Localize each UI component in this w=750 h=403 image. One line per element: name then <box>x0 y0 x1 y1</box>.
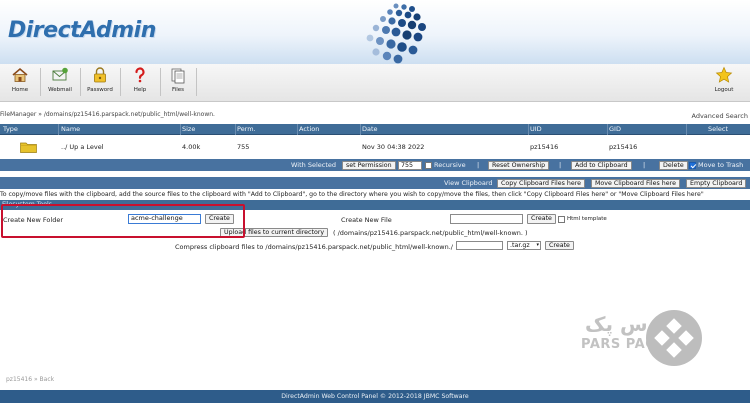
add-to-clipboard-button[interactable]: Add to Clipboard <box>571 160 632 170</box>
column-divider <box>360 124 361 135</box>
column-divider <box>58 124 59 135</box>
toolbar-separator: | <box>643 161 646 169</box>
toolbar-help-label: Help <box>133 87 147 93</box>
compress-format-value: .tar.gz <box>510 242 530 249</box>
file-uid: pz15416 <box>530 143 559 151</box>
star-icon <box>715 66 733 83</box>
html-template-label: Html template <box>567 216 607 222</box>
file-date: Nov 30 04:38 2022 <box>362 143 425 151</box>
file-size: 4.00k <box>182 143 201 151</box>
create-file-label: Create New File <box>341 216 392 224</box>
main-toolbar: Home Webmail Password Help Files Logout <box>0 64 750 102</box>
files-icon <box>171 68 185 84</box>
recursive-label: Recursive <box>434 161 466 169</box>
footer-copyright: DirectAdmin Web Control Panel © 2012-201… <box>281 393 469 400</box>
compress-label: Compress clipboard files to /domains/pz1… <box>175 243 453 251</box>
header-banner: DirectAdmin <box>0 0 750 64</box>
column-divider <box>180 124 181 135</box>
webmail-icon <box>52 67 68 81</box>
file-permission: 755 <box>237 143 250 151</box>
delete-button[interactable]: Delete <box>659 160 688 170</box>
toolbar-files-label: Files <box>171 87 185 93</box>
toolbar-help[interactable]: Help <box>120 66 160 93</box>
compress-create-button[interactable]: Create <box>545 241 574 250</box>
home-icon <box>12 67 28 82</box>
recursive-checkbox[interactable] <box>425 161 432 169</box>
compress-name-input[interactable] <box>456 241 503 250</box>
html-template-checkbox[interactable] <box>558 216 565 223</box>
empty-clipboard-button[interactable]: Empty Clipboard <box>686 178 747 188</box>
advanced-search-link[interactable]: Advanced Search <box>691 112 748 120</box>
column-header-date[interactable]: Date <box>362 125 378 133</box>
clipboard-bar: View Clipboard Copy Clipboard Files here… <box>0 177 750 189</box>
column-header-uid[interactable]: UID <box>530 125 542 133</box>
create-file-button[interactable]: Create <box>527 214 556 224</box>
toolbar-logout-label: Logout <box>714 87 734 93</box>
logo-dots-graphic <box>366 3 426 64</box>
view-clipboard-link[interactable]: View Clipboard <box>444 179 493 187</box>
directadmin-logo[interactable]: DirectAdmin <box>8 18 156 43</box>
permission-input[interactable]: 755 <box>398 160 422 170</box>
column-header-select: Select <box>708 125 729 133</box>
column-divider <box>607 124 608 135</box>
footer: DirectAdmin Web Control Panel © 2012-201… <box>0 390 750 403</box>
move-clipboard-button[interactable]: Move Clipboard Files here <box>591 178 680 188</box>
column-header-perm[interactable]: Perm. <box>237 125 256 133</box>
toolbar-password-label: Password <box>87 87 113 93</box>
folder-icon[interactable] <box>20 141 37 153</box>
toolbar-separator: | <box>559 161 562 169</box>
column-divider <box>686 124 687 135</box>
column-header-type[interactable]: Type <box>3 125 18 133</box>
column-divider <box>297 124 298 135</box>
toolbar-separator: | <box>477 161 480 169</box>
column-divider <box>235 124 236 135</box>
column-divider <box>528 124 529 135</box>
column-header-gid[interactable]: GID <box>609 125 621 133</box>
upload-path-text: ( /domains/pz15416.parspack.net/public_h… <box>333 229 528 237</box>
column-header-name[interactable]: Name <box>61 125 80 133</box>
reset-ownership-button[interactable]: Reset Ownership <box>488 160 550 170</box>
toolbar-home-label: Home <box>11 87 29 93</box>
help-icon <box>135 67 145 83</box>
compress-format-select[interactable]: .tar.gz ▾ <box>507 241 541 250</box>
column-header-action: Action <box>299 125 320 133</box>
chevron-down-icon: ▾ <box>536 242 539 248</box>
set-permission-button[interactable]: set Permission <box>342 160 396 170</box>
copy-clipboard-button[interactable]: Copy Clipboard Files here <box>497 178 586 188</box>
file-table-header: Type Name Size Perm. Action Date UID GID… <box>0 124 750 135</box>
file-gid: pz15416 <box>609 143 638 151</box>
toolbar-password[interactable]: Password <box>80 66 120 93</box>
with-selected-label: With Selected <box>291 161 337 169</box>
toolbar-home[interactable]: Home <box>0 66 40 93</box>
move-to-trash-label: Move to Trash <box>698 161 744 169</box>
toolbar-logout[interactable]: Logout <box>704 66 744 93</box>
with-selected-bar: With Selected set Permission 755 Recursi… <box>0 159 750 171</box>
toolbar-webmail[interactable]: Webmail <box>40 66 80 93</box>
move-to-trash-checkbox[interactable] <box>689 161 696 169</box>
column-header-size[interactable]: Size <box>182 125 195 133</box>
file-name-input[interactable] <box>450 214 523 224</box>
clipboard-instructions: To copy/move files with the clipboard, a… <box>0 191 704 198</box>
highlight-box <box>1 204 245 238</box>
lock-icon <box>94 67 106 83</box>
file-name-link[interactable]: ../ Up a Level <box>61 143 104 151</box>
table-row: ../ Up a Level 4.00k 755 Nov 30 04:38 20… <box>0 135 750 157</box>
toolbar-files[interactable]: Files <box>158 66 198 93</box>
breadcrumb[interactable]: FileManager » /domains/pz15416.parspack.… <box>0 111 215 118</box>
toolbar-divider <box>196 68 197 96</box>
parspack-logo-icon <box>646 310 702 366</box>
back-link[interactable]: pz15416 » Back <box>6 376 54 383</box>
toolbar-webmail-label: Webmail <box>48 87 72 93</box>
